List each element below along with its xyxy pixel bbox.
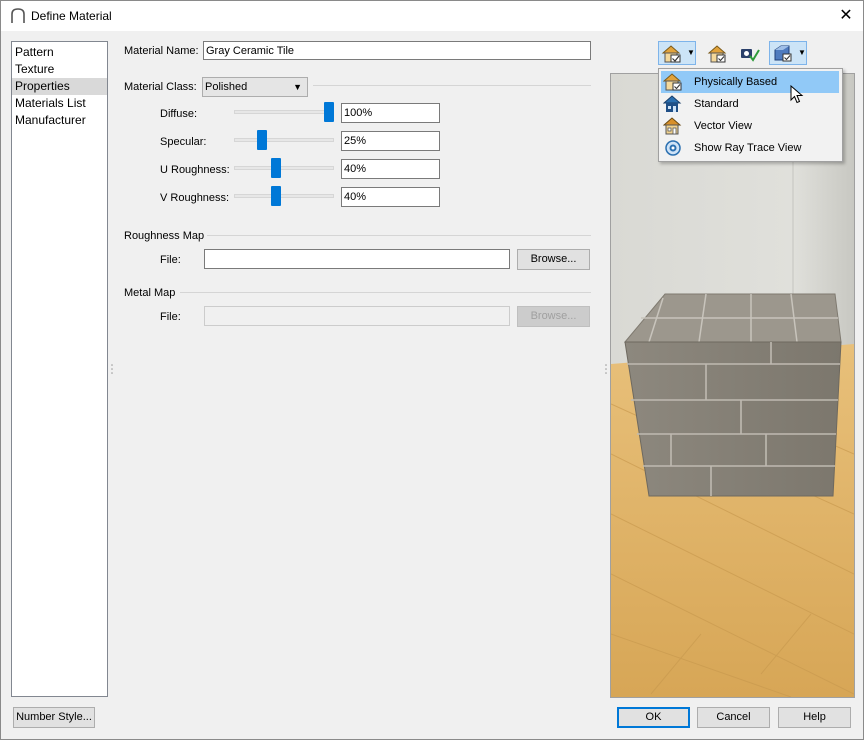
roughness-map-heading: Roughness Map [124,230,205,242]
vector-view-icon [663,117,682,135]
menu-item-vector-view[interactable]: Vector View [661,115,839,137]
metal-map-heading: Metal Map [124,287,176,299]
update-preview-button[interactable] [736,41,764,65]
material-class-value: Polished [205,81,248,93]
nav-item-pattern[interactable]: Pattern [12,44,107,61]
material-name-label: Material Name: [124,45,199,57]
v-roughness-slider-track[interactable] [234,194,334,198]
cube-view-icon [774,45,792,62]
v-roughness-input[interactable]: 40% [341,187,440,207]
menu-item-standard[interactable]: Standard [661,93,839,115]
u-roughness-label: U Roughness: [160,164,230,176]
menu-item-show-ray-trace-view[interactable]: Show Ray Trace View [661,137,839,159]
material-class-select[interactable]: Polished ▼ [202,77,308,97]
number-style-button[interactable]: Number Style... [13,707,95,728]
house-checkbox-icon [707,45,727,63]
chevron-down-icon: ▼ [293,82,302,92]
title-bar: Define Material ✕ [1,1,863,31]
metal-file-label: File: [160,311,181,323]
standard-view-icon [663,95,682,112]
specular-label: Specular: [160,136,207,148]
cancel-button[interactable]: Cancel [697,707,770,728]
close-button[interactable]: ✕ [835,5,857,27]
lighting-toggle-button[interactable] [703,41,731,65]
chevron-down-icon: ▼ [798,48,806,57]
diffuse-slider-track[interactable] [234,110,334,114]
preview-render-image [611,74,854,697]
physically-based-icon [661,45,681,63]
u-roughness-slider-thumb[interactable] [271,158,281,178]
u-roughness-input[interactable]: 40% [341,159,440,179]
v-roughness-label: V Roughness: [160,192,230,204]
menu-item-label: Show Ray Trace View [694,142,802,154]
diffuse-label: Diffuse: [160,108,198,120]
render-mode-button[interactable]: ▼ [658,41,696,65]
menu-item-physically-based[interactable]: Physically Based [661,71,839,93]
material-name-input[interactable]: Gray Ceramic Tile [203,41,591,60]
render-mode-menu: Physically Based Standard Vector View Sh… [658,68,843,162]
specular-slider-track[interactable] [234,138,334,142]
menu-item-label: Vector View [694,120,752,132]
window-title: Define Material [31,9,112,23]
diffuse-input[interactable]: 100% [341,103,440,123]
v-roughness-slider-thumb[interactable] [271,186,281,206]
nav-item-materials-list[interactable]: Materials List [12,95,107,112]
nav-item-manufacturer[interactable]: Manufacturer [12,112,107,129]
roughness-file-label: File: [160,254,181,266]
menu-item-label: Standard [694,98,739,110]
nav-item-texture[interactable]: Texture [12,61,107,78]
metal-file-input[interactable] [204,306,510,326]
material-class-divider [313,85,591,86]
splitter-grip-right[interactable] [605,363,607,377]
mouse-cursor-icon [790,85,804,104]
physically-based-icon [663,73,682,91]
camera-check-icon [741,49,760,62]
chevron-down-icon: ▼ [687,48,695,57]
material-preview [610,73,855,698]
menu-item-label: Physically Based [694,76,778,88]
close-icon: ✕ [839,7,853,24]
u-roughness-slider-track[interactable] [234,166,334,170]
roughness-file-input[interactable] [204,249,510,269]
splitter-grip-left[interactable] [111,363,113,377]
diffuse-slider-thumb[interactable] [324,102,334,122]
specular-input[interactable]: 25% [341,131,440,151]
ray-trace-icon [665,140,681,156]
specular-slider-thumb[interactable] [257,130,267,150]
arch-icon [11,8,25,23]
metal-browse-button[interactable]: Browse... [517,306,590,327]
metal-map-divider [180,292,591,293]
roughness-map-divider [207,235,591,236]
define-material-dialog: Define Material ✕ Pattern Texture Proper… [0,0,864,740]
nav-item-properties[interactable]: Properties [12,78,107,95]
help-button[interactable]: Help [778,707,851,728]
ok-button[interactable]: OK [617,707,690,728]
material-class-label: Material Class: [124,81,197,93]
category-list: Pattern Texture Properties Materials Lis… [11,41,108,697]
view-options-button[interactable]: ▼ [769,41,807,65]
roughness-browse-button[interactable]: Browse... [517,249,590,270]
